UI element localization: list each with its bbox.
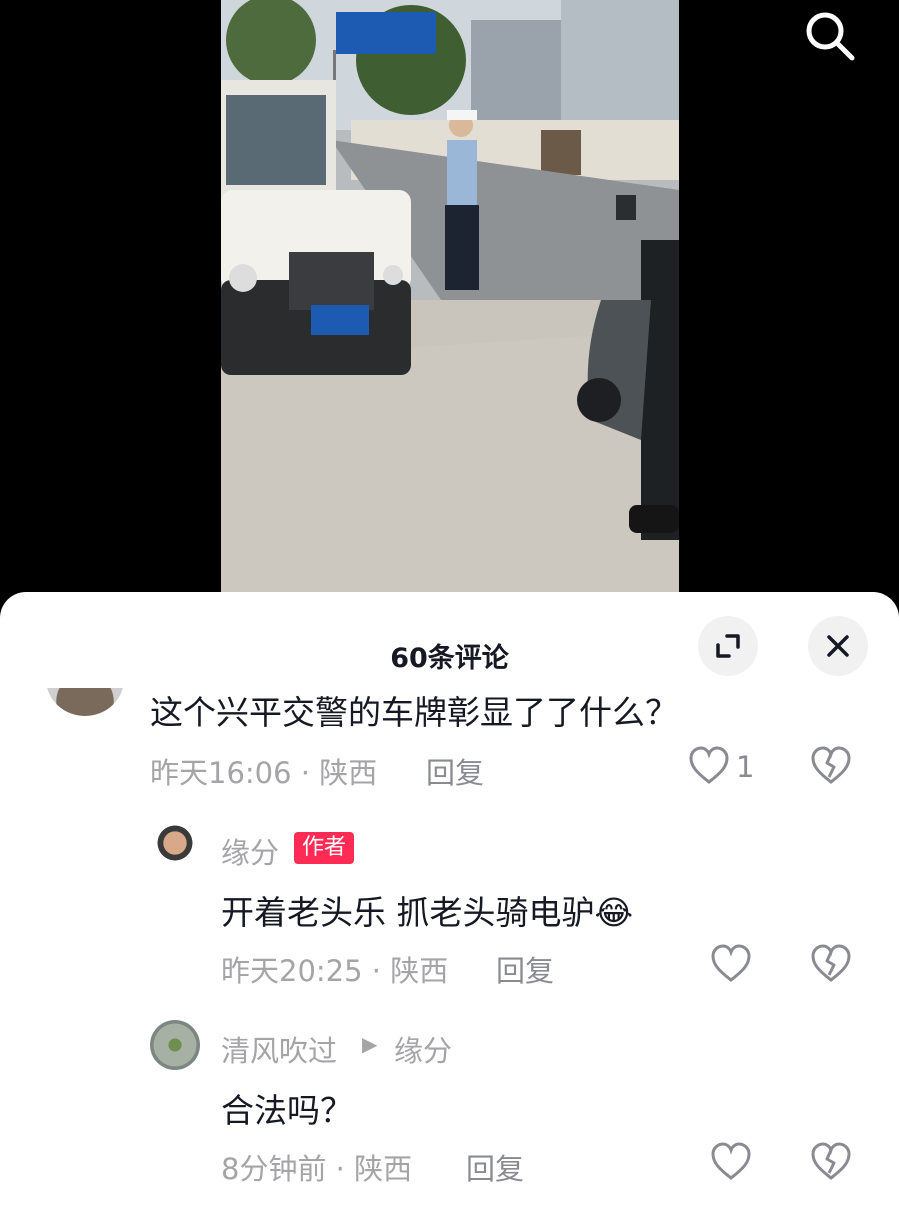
comment-meta: 8分钟前 · 陕西 bbox=[221, 1152, 413, 1186]
comments-sheet: 60条评论 这个兴平交警的车牌彰显了了什么？ 昨天16:06 · 陕西 回复 1 bbox=[0, 592, 899, 1212]
author-avatar[interactable] bbox=[150, 822, 200, 872]
dislike-button[interactable] bbox=[810, 746, 852, 790]
heart-icon bbox=[711, 944, 751, 982]
laughing-emoji-icon: 😂 bbox=[594, 893, 634, 932]
dislike-button[interactable] bbox=[810, 1142, 852, 1186]
like-button[interactable] bbox=[710, 944, 752, 988]
close-icon bbox=[827, 635, 849, 657]
broken-heart-icon bbox=[811, 746, 851, 784]
expand-icon bbox=[716, 634, 740, 658]
video-scene bbox=[221, 0, 679, 592]
heart-icon bbox=[711, 1142, 751, 1180]
broken-heart-icon bbox=[811, 1142, 851, 1180]
like-button[interactable] bbox=[710, 1142, 752, 1186]
reply-arrow-icon: ▶ bbox=[362, 1032, 378, 1056]
reply-to-name[interactable]: 缘分 bbox=[394, 1028, 452, 1070]
close-button[interactable] bbox=[808, 616, 868, 676]
author-badge: 作者 bbox=[294, 832, 355, 864]
expand-button[interactable] bbox=[698, 616, 758, 676]
dislike-button[interactable] bbox=[810, 944, 852, 988]
author-name[interactable]: 缘分 bbox=[221, 830, 279, 872]
reply-button[interactable]: 回复 bbox=[496, 948, 554, 990]
search-button[interactable] bbox=[800, 6, 860, 66]
comment-text: 这个兴平交警的车牌彰显了了什么？ bbox=[150, 693, 678, 732]
reply-button[interactable]: 回复 bbox=[426, 750, 484, 792]
reply-button[interactable]: 回复 bbox=[466, 1146, 524, 1188]
video-area bbox=[0, 0, 899, 600]
comment-text-body: 开着老头乐 抓老头骑电驴 bbox=[221, 893, 595, 932]
commenter-avatar[interactable] bbox=[150, 1020, 200, 1070]
comments-title: 60条评论 bbox=[390, 643, 509, 674]
search-icon bbox=[806, 12, 855, 61]
comment-meta: 昨天20:25 · 陕西 bbox=[221, 954, 449, 988]
comment-text: 开着老头乐 抓老头骑电驴😂 bbox=[221, 886, 633, 934]
video-frame[interactable] bbox=[221, 0, 679, 592]
like-count: 1 bbox=[736, 750, 755, 784]
heart-icon bbox=[689, 746, 729, 784]
like-button[interactable] bbox=[688, 746, 730, 790]
comment-meta: 昨天16:06 · 陕西 bbox=[150, 756, 378, 790]
broken-heart-icon bbox=[811, 944, 851, 982]
comment-text: 合法吗？ bbox=[221, 1091, 353, 1130]
commenter-name[interactable]: 清风吹过 bbox=[221, 1028, 337, 1070]
